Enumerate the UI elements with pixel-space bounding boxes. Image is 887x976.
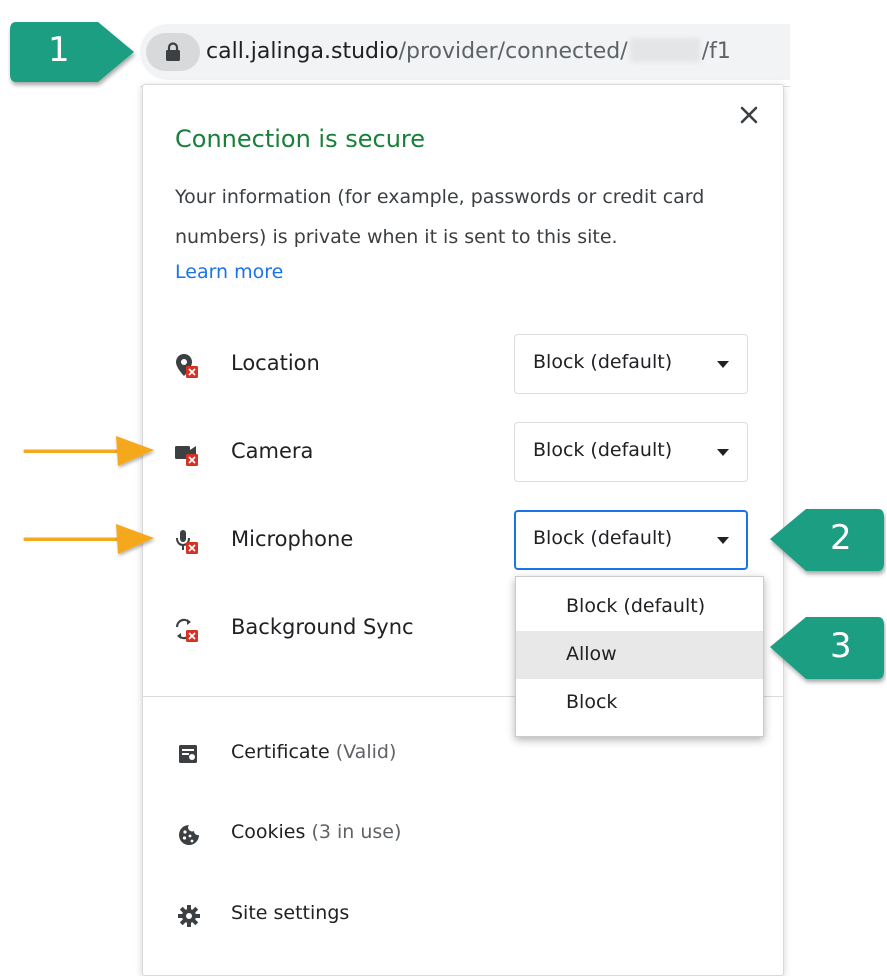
option-block[interactable]: Block xyxy=(516,679,763,727)
site-info-button[interactable] xyxy=(146,33,200,71)
camera-blocked-icon xyxy=(175,446,198,466)
url-text[interactable]: call.jalinga.studio/provider/connected/ /… xyxy=(206,38,731,66)
microphone-blocked-icon xyxy=(176,530,198,554)
connection-title: Connection is secure xyxy=(175,125,426,153)
option-label: Block (default) xyxy=(566,595,706,617)
learn-more-link[interactable]: Learn more xyxy=(175,261,283,283)
permission-label-camera: Camera xyxy=(231,439,314,463)
redacted-segment xyxy=(629,38,700,62)
location-permission-select[interactable]: Block (default) xyxy=(514,334,748,394)
page-info-popup: Connection is secure Your information (f… xyxy=(142,84,784,976)
option-label: Allow xyxy=(566,643,617,665)
option-label: Block xyxy=(566,691,618,713)
close-icon xyxy=(740,106,758,124)
address-bar[interactable]: call.jalinga.studio/provider/connected/ /… xyxy=(140,24,790,80)
cookies-label: Cookies xyxy=(231,821,306,843)
cookie-icon xyxy=(179,825,199,845)
site-settings-link[interactable]: Site settings xyxy=(231,902,349,924)
url-path-suffix: /f1 xyxy=(701,39,731,64)
select-value: Block (default) xyxy=(533,527,673,549)
permission-label-background-sync: Background Sync xyxy=(231,615,414,639)
option-allow[interactable]: Allow xyxy=(516,631,763,679)
arrow-microphone xyxy=(23,524,154,554)
gear-icon xyxy=(178,905,200,927)
connection-description: Your information (for example, passwords… xyxy=(175,186,705,248)
callout-2-marker xyxy=(770,509,884,571)
permission-label-microphone: Microphone xyxy=(231,527,354,551)
callout-2-number: 2 xyxy=(830,518,852,558)
permission-label-location: Location xyxy=(231,351,320,375)
certificate-label: Certificate xyxy=(231,741,330,763)
certificate-icon xyxy=(179,745,197,763)
select-value: Block (default) xyxy=(533,439,673,461)
url-path: /provider/connected/ xyxy=(398,39,628,64)
cookies-link[interactable]: Cookies (3 in use) xyxy=(231,821,401,843)
sync-blocked-icon xyxy=(175,618,198,642)
select-value: Block (default) xyxy=(533,351,673,373)
chevron-down-icon xyxy=(717,449,729,456)
option-block-default[interactable]: Block (default) xyxy=(516,583,763,631)
certificate-status: (Valid) xyxy=(335,741,397,763)
arrow-camera xyxy=(23,436,154,466)
camera-permission-select[interactable]: Block (default) xyxy=(514,422,748,482)
callout-1-number: 1 xyxy=(48,30,70,70)
close-button[interactable] xyxy=(735,101,763,129)
microphone-options-dropdown[interactable]: Block (default) Allow Block xyxy=(515,576,764,737)
chevron-down-icon xyxy=(717,537,729,544)
url-host: call.jalinga.studio xyxy=(206,39,399,64)
location-blocked-icon xyxy=(176,354,198,378)
callout-3-marker xyxy=(770,617,884,679)
certificate-link[interactable]: Certificate (Valid) xyxy=(231,741,396,763)
cookies-count: (3 in use) xyxy=(311,821,402,843)
chevron-down-icon xyxy=(717,361,729,368)
callout-3-number: 3 xyxy=(830,626,852,666)
lock-icon xyxy=(166,42,180,61)
callout-1-marker xyxy=(10,22,134,82)
microphone-permission-select[interactable]: Block (default) xyxy=(514,510,748,570)
